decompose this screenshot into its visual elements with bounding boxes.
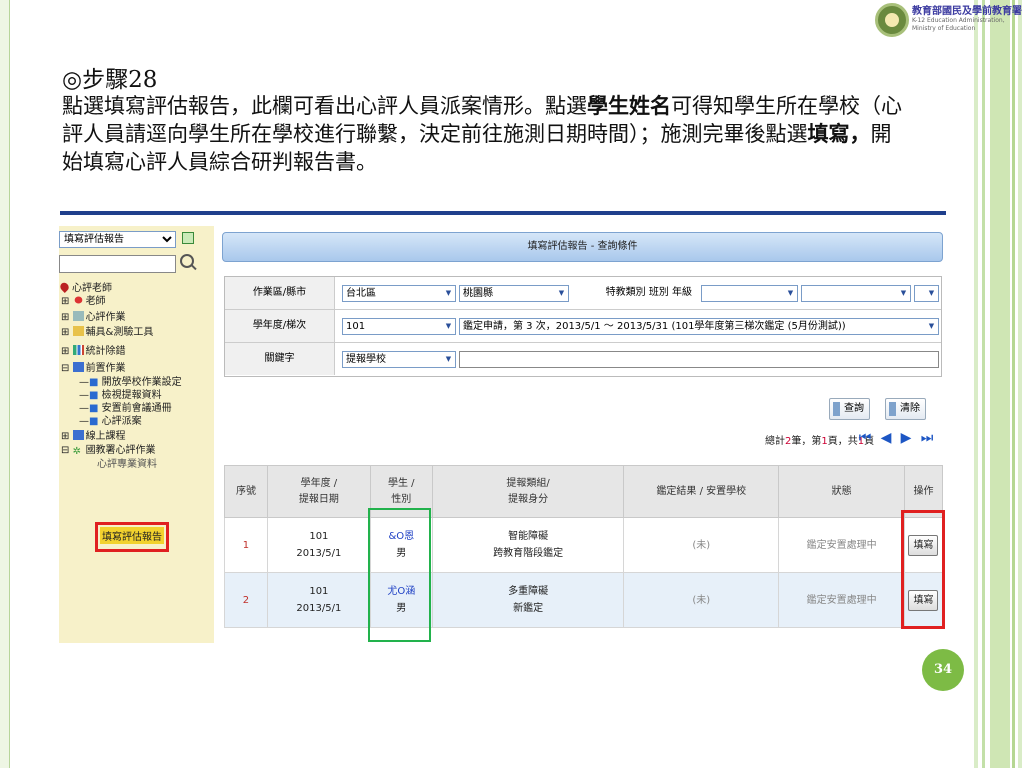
- logo-title: 教育部國民及學前教育署: [912, 6, 1022, 17]
- chevron-down-icon: ▼: [928, 322, 935, 330]
- folder-open-icon: [72, 362, 84, 372]
- heart-icon: [74, 296, 82, 304]
- student-highlight-box: [368, 508, 431, 642]
- star-icon: ✲: [72, 446, 81, 457]
- slide-left-border: [0, 0, 10, 768]
- keyword-type-select[interactable]: 提報學校 ▼: [342, 351, 456, 368]
- function-select[interactable]: 填寫評估報告: [59, 231, 176, 248]
- year-select[interactable]: 101 ▼: [342, 318, 456, 335]
- grade-select[interactable]: ▼: [914, 285, 939, 302]
- row-year: 101 2013/5/1: [266, 572, 371, 628]
- query-form: 作業區/縣市 台北區 ▼ 桃園縣 ▼ 特教類別 班別 年級 ▼ ▼ ▼ 學年度/梯次…: [224, 276, 942, 377]
- area-label: 作業區/縣市: [225, 277, 335, 309]
- chevron-down-icon: ▼: [558, 289, 565, 297]
- chevron-down-icon: ▼: [445, 355, 452, 363]
- row-status: 鑑定安置處理中: [778, 572, 905, 628]
- row-category: 智能障礙 跨教育階段鑑定: [431, 517, 625, 573]
- form-row-area: 作業區/縣市 台北區 ▼ 桃園縣 ▼ 特教類別 班別 年級 ▼ ▼ ▼: [225, 277, 941, 310]
- last-page-icon[interactable]: ⏭: [920, 430, 934, 446]
- bold-fill: 填寫，: [807, 121, 871, 146]
- instruction-text: 點選填寫評估報告，此欄可看出心評人員派案情形。點選學生姓名可得知學生所在學校（心…: [62, 93, 902, 174]
- tree-node-輔具測驗工具[interactable]: ⊞ 輔具&測驗工具: [61, 323, 153, 338]
- step-title: ◎步驟28: [62, 67, 158, 93]
- query-button[interactable]: 查詢: [829, 398, 870, 420]
- tree-node-老師[interactable]: ⊞ 老師: [61, 292, 106, 307]
- chevron-down-icon: ▼: [445, 322, 452, 330]
- bold-student-name: 學生姓名: [587, 93, 671, 118]
- col-year: 學年度 / 提報日期: [266, 465, 371, 518]
- divider-line: [60, 211, 946, 215]
- tree-node-心評作業[interactable]: ⊞ 心評作業: [61, 308, 126, 323]
- county-select[interactable]: 桃園縣 ▼: [459, 285, 569, 302]
- table-row: 1 101 2013/5/1 &O恩男 智能障礙 跨教育階段鑑定 (未) 鑑定安置處…: [224, 517, 944, 573]
- ministry-logo: 教育部國民及學前教育署 K-12 Education Administratio…: [872, 0, 1024, 46]
- sidebar-tree: 填寫評估報告 心評老師 ⊞ 老師 ⊞ 心評作業 ⊞ 輔具&測驗工具 ⊞ 統計除錯…: [58, 226, 214, 643]
- form-row-year: 學年度/梯次 101 ▼ 鑑定申請，第 3 次，2013/5/1 ～ 2013/5…: [225, 310, 941, 343]
- form-row-keyword: 關鍵字 提報學校 ▼: [225, 343, 941, 376]
- results-table: 序號 學年度 / 提報日期 學生 / 性別 提報類組/提報身分 鑑定結果 / 安置學…: [224, 465, 944, 628]
- table-header-row: 序號 學年度 / 提報日期 學生 / 性別 提報類組/提報身分 鑑定結果 / 安置學…: [224, 465, 944, 518]
- row-no: 2: [224, 572, 268, 628]
- chevron-down-icon: ▼: [445, 289, 452, 297]
- col-no: 序號: [224, 465, 268, 518]
- logo-subtitle: K-12 Education Administration, Ministry …: [912, 17, 1005, 32]
- chevron-down-icon: ▼: [928, 289, 935, 297]
- slide-right-decoration: [974, 0, 1024, 768]
- category-select[interactable]: ▼: [701, 285, 798, 302]
- chart-icon: [72, 345, 84, 355]
- table-row: 2 101 2013/5/1 尤O涵男 多重障礙 新鑑定 (未) 鑑定安置處理中 填…: [224, 572, 944, 628]
- keyword-input[interactable]: [459, 351, 939, 368]
- row-category: 多重障礙 新鑑定: [431, 572, 625, 628]
- tree-node-統計除錯[interactable]: ⊞ 統計除錯: [61, 342, 126, 357]
- batch-select[interactable]: 鑑定申請，第 3 次，2013/5/1 ～ 2013/5/31 (101學年度第…: [459, 318, 939, 335]
- row-status: 鑑定安置處理中: [778, 517, 905, 573]
- prev-page-icon[interactable]: ◀: [879, 430, 893, 446]
- tree-node-心評專業資料[interactable]: 心評專業資料: [97, 455, 157, 470]
- query-header: 填寫評估報告 - 查詢條件: [222, 232, 943, 262]
- row-year: 101 2013/5/1: [266, 517, 371, 573]
- col-status: 狀態: [778, 465, 905, 518]
- row-no: 1: [224, 517, 268, 573]
- ministry-emblem-icon: [875, 3, 909, 37]
- tree-node-心評派案[interactable]: —■ 心評派案: [79, 412, 142, 427]
- action-highlight-box: [901, 510, 945, 629]
- class-select[interactable]: ▼: [801, 285, 911, 302]
- row-result: (未): [623, 572, 780, 628]
- go-icon[interactable]: [182, 232, 194, 244]
- col-result: 鑑定結果 / 安置學校: [623, 465, 780, 518]
- keyword-label: 關鍵字: [225, 343, 335, 375]
- year-label: 學年度/梯次: [225, 310, 335, 342]
- folder-icon: [72, 326, 84, 336]
- search-icon[interactable]: [178, 253, 196, 273]
- folder-icon: [72, 311, 84, 321]
- special-ed-label: 特教類別 班別 年級: [605, 287, 692, 298]
- tree-search-input[interactable]: [59, 255, 176, 273]
- folder-icon: [72, 430, 84, 440]
- area-select[interactable]: 台北區 ▼: [342, 285, 456, 302]
- clear-button[interactable]: 清除: [885, 398, 926, 420]
- chevron-down-icon: ▼: [900, 289, 907, 297]
- tree-node-前置作業[interactable]: ⊟ 前置作業: [61, 359, 126, 374]
- chevron-down-icon: ▼: [787, 289, 794, 297]
- row-result: (未): [623, 517, 780, 573]
- page-number: 34: [922, 649, 964, 691]
- tree-node-線上課程[interactable]: ⊞ 線上課程: [61, 427, 126, 442]
- first-page-icon[interactable]: ⏮: [858, 430, 872, 446]
- tree-node-填寫評估報告[interactable]: 填寫評估報告: [95, 522, 169, 552]
- col-category: 提報類組/提報身分: [431, 465, 625, 518]
- next-page-icon[interactable]: ▶: [899, 430, 913, 446]
